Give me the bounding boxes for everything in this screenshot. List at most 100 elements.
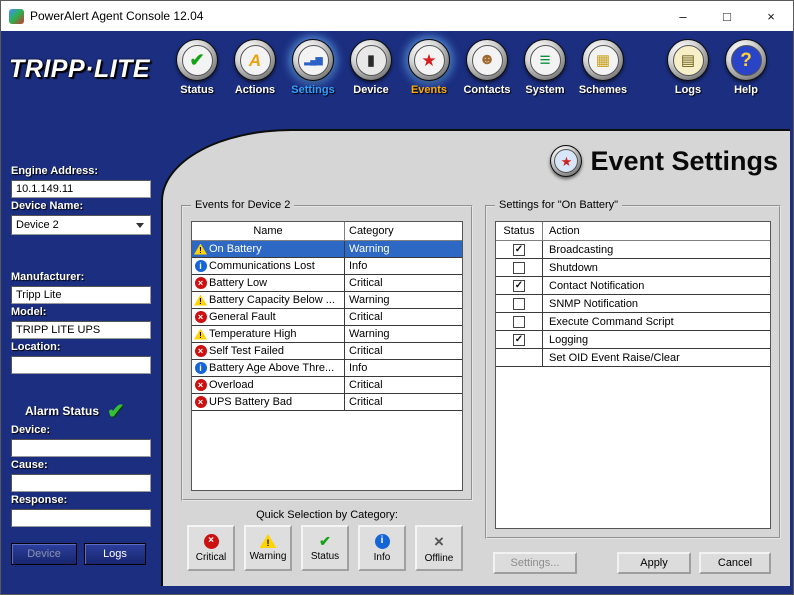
table-row[interactable]: SNMP Notification [496,295,770,313]
location-field[interactable] [11,356,151,374]
events-groupbox: Events for Device 2 Name Category !On Ba… [181,205,473,501]
nav-item-label: Actions [235,84,275,96]
checkbox[interactable]: ✓ [513,334,525,346]
event-icon-cell: ! [192,244,209,255]
status-cell [496,349,542,366]
device-icon: ▮ [350,39,392,81]
sidebar: Engine Address: 10.1.149.11 Device Name:… [1,119,161,595]
event-category: Critical [344,275,462,291]
table-row[interactable]: Execute Command Script [496,313,770,331]
settings-button[interactable]: Settings... [493,552,577,574]
minimize-button[interactable]: – [661,1,705,31]
nav-item-help[interactable]: ?Help [717,39,775,96]
event-icon-cell: × [192,345,209,357]
event-name: Overload [209,379,344,391]
schemes-icon: ▦ [582,39,624,81]
action-label: Broadcasting [542,241,770,258]
table-row[interactable]: ×OverloadCritical [192,377,462,394]
page-title-row: ★ Event Settings [550,145,778,177]
nav-item-schemes[interactable]: ▦Schemes [574,39,632,96]
nav-item-logs[interactable]: ▤Logs [659,39,717,96]
cause-field[interactable] [11,474,151,492]
event-name: Battery Capacity Below ... [209,294,344,306]
quick-critical-button[interactable]: ×Critical [187,525,235,571]
model-field[interactable]: TRIPP LITE UPS [11,321,151,339]
quick-status-button[interactable]: ✔Status [301,525,349,571]
event-name: Temperature High [209,328,344,340]
quick-offline-button[interactable]: ×Offline [415,525,463,571]
event-category: Critical [344,394,462,410]
nav-item-label: Device [353,84,388,96]
device-button[interactable]: Device [11,543,77,565]
nav-item-status[interactable]: ✔Status [168,39,226,96]
status-cell: ✓ [496,331,542,348]
logs-button[interactable]: Logs [84,543,146,565]
checkbox[interactable]: ✓ [513,280,525,292]
action-label: Shutdown [542,259,770,276]
critical-icon: × [195,311,207,323]
column-header-action[interactable]: Action [542,222,770,240]
event-name: Battery Low [209,277,344,289]
event-category: Warning [344,241,462,257]
table-row[interactable]: !On BatteryWarning [192,241,462,258]
events-icon: ★ [408,39,450,81]
event-settings-icon: ★ [550,145,582,177]
column-header-name[interactable]: Name [192,225,344,237]
nav-item-settings[interactable]: ▂▄▆Settings [284,39,342,96]
event-category: Info [344,258,462,274]
response-field[interactable] [11,509,151,527]
alarm-status-row: Alarm Status ✔ [11,400,151,422]
status-cell [496,259,542,276]
checkbox[interactable]: ✓ [513,244,525,256]
nav-item-events[interactable]: ★Events [400,39,458,96]
close-button[interactable]: × [749,1,793,31]
nav-item-actions[interactable]: AActions [226,39,284,96]
nav-item-label: Contacts [463,84,510,96]
info-icon: i [375,534,390,549]
table-row[interactable]: ✓ Broadcasting [496,241,770,259]
nav-item-label: Status [180,84,214,96]
quick-button-label: Warning [250,551,287,562]
column-header-status[interactable]: Status [496,225,542,237]
checkbox[interactable] [513,298,525,310]
event-icon-cell: i [192,362,209,374]
device-name-select[interactable]: Device 2 [11,215,151,235]
location-label: Location: [11,341,151,354]
event-icon-cell: ! [192,295,209,306]
table-row[interactable]: ✓Contact Notification [496,277,770,295]
table-row[interactable]: iBattery Age Above Thre...Info [192,360,462,377]
engine-address-field[interactable]: 10.1.149.11 [11,180,151,198]
nav-item-device[interactable]: ▮ Device [342,39,400,96]
device-field[interactable] [11,439,151,457]
event-category: Warning [344,326,462,342]
quick-button-label: Info [374,552,391,563]
table-row[interactable]: ×Self Test FailedCritical [192,343,462,360]
table-row[interactable]: ✓Logging [496,331,770,349]
table-row[interactable]: !Battery Capacity Below ...Warning [192,292,462,309]
cause-label: Cause: [11,459,151,472]
nav-item-system[interactable]: ≡System [516,39,574,96]
table-row[interactable]: ×Battery LowCritical [192,275,462,292]
manufacturer-label: Manufacturer: [11,271,151,284]
table-row[interactable]: iCommunications LostInfo [192,258,462,275]
table-row[interactable]: Shutdown [496,259,770,277]
event-category: Warning [344,292,462,308]
quick-info-button[interactable]: i Info [358,525,406,571]
response-label: Response: [11,494,151,507]
cancel-button[interactable]: Cancel [699,552,771,574]
column-header-category[interactable]: Category [344,222,462,240]
apply-button[interactable]: Apply [617,552,691,574]
manufacturer-field[interactable]: Tripp Lite [11,286,151,304]
table-row[interactable]: Set OID Event Raise/Clear [496,349,770,367]
nav-item-contacts[interactable]: ☻Contacts [458,39,516,96]
maximize-button[interactable]: □ [705,1,749,31]
event-name: Battery Age Above Thre... [209,362,344,374]
checkbox[interactable] [513,316,525,328]
table-row[interactable]: ×General FaultCritical [192,309,462,326]
checkbox[interactable] [513,262,525,274]
table-row[interactable]: ×UPS Battery BadCritical [192,394,462,411]
body: Engine Address: 10.1.149.11 Device Name:… [1,119,793,595]
table-row[interactable]: !Temperature HighWarning [192,326,462,343]
tripplite-logo: TRIPP·LITE [9,55,150,84]
quick-warning-button[interactable]: !Warning [244,525,292,571]
